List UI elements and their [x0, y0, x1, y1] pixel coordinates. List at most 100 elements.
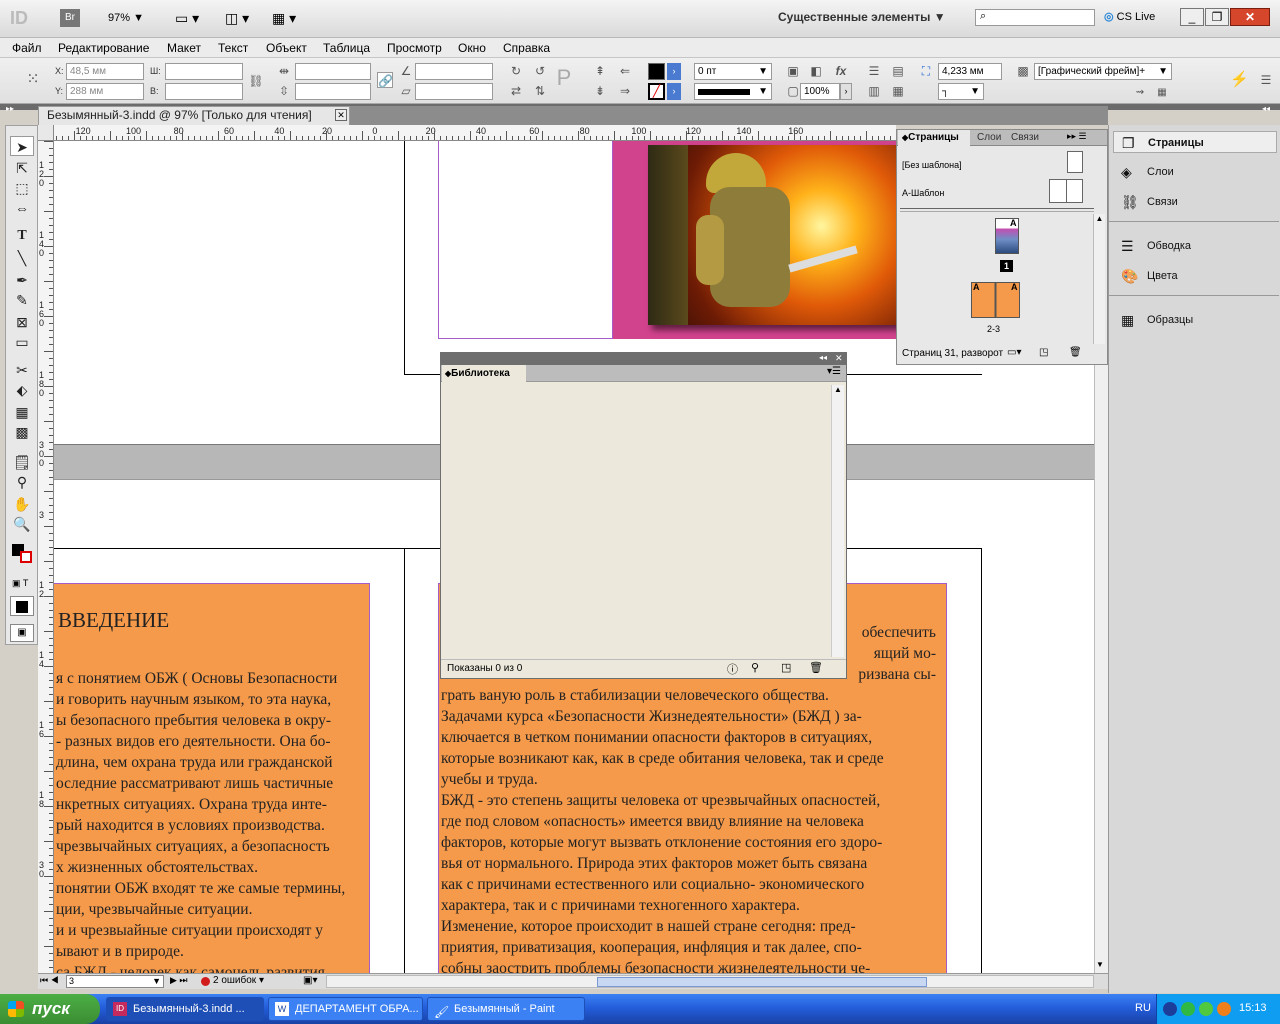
zoom-tool-icon[interactable]: 🔍	[10, 514, 34, 534]
library-titlebar[interactable]	[441, 353, 846, 365]
dock-pages[interactable]: ❐ Страницы	[1113, 131, 1277, 153]
left-text-frame[interactable]: ВВЕДЕНИЕ я с понятием ОБЖ ( Основы Безоп…	[54, 583, 370, 973]
stroke-type-field[interactable]: ▼	[694, 83, 772, 100]
link-scale-icon[interactable]: 🔗	[377, 72, 393, 88]
text-wrap-jump-icon[interactable]: ▦	[890, 83, 906, 99]
tab-links[interactable]: Связи	[1011, 130, 1039, 146]
language-indicator[interactable]: RU	[1135, 1002, 1151, 1014]
height-field[interactable]	[165, 83, 243, 100]
library-new-item-icon[interactable]: ◳	[781, 661, 791, 674]
select-content-icon[interactable]: ⇟	[592, 83, 608, 99]
shadow-toggle-icon[interactable]: ◧	[808, 63, 824, 79]
zoom-select[interactable]: 97% ▼	[108, 12, 144, 24]
arrange-documents-button[interactable]: ▦ ▾	[272, 10, 296, 27]
horizontal-scroll-thumb[interactable]	[597, 977, 927, 987]
frame-white[interactable]	[438, 141, 613, 339]
library-menu-icon[interactable]: ▾☰	[827, 366, 841, 377]
menu-type[interactable]: Текст	[218, 41, 248, 55]
tab-layers[interactable]: Слои	[977, 130, 1001, 146]
library-info-icon[interactable]: ⓘ	[727, 661, 738, 677]
rectangle-tool-icon[interactable]: ▭	[10, 332, 34, 352]
menu-object[interactable]: Объект	[266, 41, 307, 55]
first-page-button[interactable]: ⏮ ◀	[40, 975, 59, 986]
clear-overrides-icon[interactable]: ⇝	[1132, 85, 1148, 101]
line-tool-icon[interactable]: ╲	[10, 248, 34, 268]
rotate-cw-icon[interactable]: ↻	[508, 63, 524, 79]
tools-collapse-icon[interactable]: ▸▸	[6, 104, 14, 113]
tray-icon-1[interactable]	[1163, 1002, 1177, 1016]
dock-stroke[interactable]: ☰ Обводка	[1113, 235, 1277, 257]
note-tool-icon[interactable]: 🗒	[10, 452, 34, 472]
horizontal-scrollbar[interactable]	[326, 975, 1094, 988]
tray-icon-3[interactable]	[1199, 1002, 1213, 1016]
effects-fx-icon[interactable]: fx	[833, 63, 849, 79]
stroke-swatch[interactable]: ╱	[648, 83, 665, 100]
screen-mode-icon[interactable]: ▣	[10, 624, 34, 642]
tray-icon-2[interactable]	[1181, 1002, 1195, 1016]
cslive-button[interactable]: ◎ CS Live	[1104, 10, 1155, 23]
pen-tool-icon[interactable]: ✒	[10, 270, 34, 290]
bridge-button[interactable]: Br	[60, 9, 80, 27]
reference-point-icon[interactable]: ⁙	[22, 72, 44, 94]
pages-divider[interactable]	[900, 208, 1094, 212]
corner-size-field[interactable]: 4,233 мм	[938, 63, 1002, 80]
gradient-feather-tool-icon[interactable]: ▩	[10, 422, 34, 442]
stroke-color-icon[interactable]	[20, 551, 32, 563]
stroke-arrow-button[interactable]: ›	[667, 83, 681, 100]
edit-page-size-icon[interactable]: ▭▾	[1007, 347, 1021, 358]
hand-tool-icon[interactable]: ✋	[10, 494, 34, 514]
master-a-thumb[interactable]	[1049, 179, 1083, 203]
text-wrap-box-icon[interactable]: ▤	[890, 63, 906, 79]
quick-apply-icon[interactable]: ⚡	[1230, 72, 1249, 88]
formatting-container-icon[interactable]: ▣ T	[12, 578, 28, 589]
object-style-select[interactable]: [Графический фрейм]+ ▼	[1034, 63, 1172, 80]
rectangle-frame-tool-icon[interactable]: ⊠	[10, 312, 34, 332]
scale-y-field[interactable]	[295, 83, 371, 100]
menu-edit[interactable]: Редактирование	[58, 41, 149, 55]
text-wrap-shape-icon[interactable]: ▥	[866, 83, 882, 99]
dock-layers[interactable]: ◈ Слои	[1113, 161, 1277, 183]
next-page-button[interactable]: ▶ ⏭	[170, 975, 188, 986]
vertical-ruler[interactable]: 1 2 01 4 01 6 01 8 03 0 031 21 41 61 83 …	[38, 141, 54, 973]
constrain-proportions-icon[interactable]: ⛓	[248, 73, 264, 89]
tray-icon-4[interactable]	[1217, 1002, 1231, 1016]
fill-swatch[interactable]	[648, 63, 665, 80]
pencil-tool-icon[interactable]: ✎	[10, 290, 34, 310]
flip-vertical-icon[interactable]: ⇅	[532, 83, 548, 99]
eyedropper-tool-icon[interactable]: ⚲	[10, 472, 34, 492]
task-word[interactable]: W ДЕПАРТАМЕНТ ОБРА...	[268, 997, 423, 1021]
delete-page-icon[interactable]: 🗑	[1069, 347, 1082, 358]
apply-color-icon[interactable]	[10, 596, 34, 616]
library-close-icon[interactable]: ✕	[835, 353, 843, 364]
page-tool-icon[interactable]: ⬚	[10, 178, 34, 198]
y-field[interactable]: 288 мм	[66, 83, 144, 100]
library-scrollbar[interactable]: ▲	[831, 385, 844, 657]
shear-field[interactable]	[415, 83, 493, 100]
paragraph-p-icon[interactable]: P	[556, 67, 572, 89]
new-page-icon[interactable]: ◳	[1039, 347, 1048, 358]
minimize-button[interactable]: _	[1180, 8, 1204, 26]
master-a-label[interactable]: A-Шаблон	[902, 188, 944, 198]
menu-help[interactable]: Справка	[503, 41, 550, 55]
close-button[interactable]: ✕	[1230, 8, 1270, 26]
menu-file[interactable]: Файл	[12, 41, 42, 55]
scale-x-field[interactable]	[295, 63, 371, 80]
vertical-scrollbar[interactable]: ▼	[1094, 365, 1108, 973]
opacity-arrow-button[interactable]: ›	[840, 83, 852, 100]
master-none-thumb[interactable]	[1067, 151, 1083, 173]
dock-links[interactable]: ⛓ Связи	[1113, 191, 1277, 213]
task-paint[interactable]: 🖌 Безымянный - Paint	[427, 997, 585, 1021]
menu-table[interactable]: Таблица	[323, 41, 370, 55]
text-wrap-none-icon[interactable]: ☰	[866, 63, 882, 79]
menu-window[interactable]: Окно	[458, 41, 486, 55]
firefighter-photo[interactable]	[648, 145, 903, 325]
search-field[interactable]: ⌕	[975, 9, 1095, 26]
dock-color[interactable]: 🎨 Цвета	[1113, 265, 1277, 287]
free-transform-tool-icon[interactable]: ⬖	[10, 380, 34, 400]
library-search-icon[interactable]: ⚲	[751, 661, 759, 674]
selection-tool-icon[interactable]: ➤	[10, 136, 34, 156]
menu-view[interactable]: Просмотр	[387, 41, 442, 55]
task-indesign[interactable]: ID Безымянный-3.indd ...	[106, 997, 264, 1021]
width-field[interactable]	[165, 63, 243, 80]
tab-pages[interactable]: ◆Страницы	[898, 130, 970, 146]
